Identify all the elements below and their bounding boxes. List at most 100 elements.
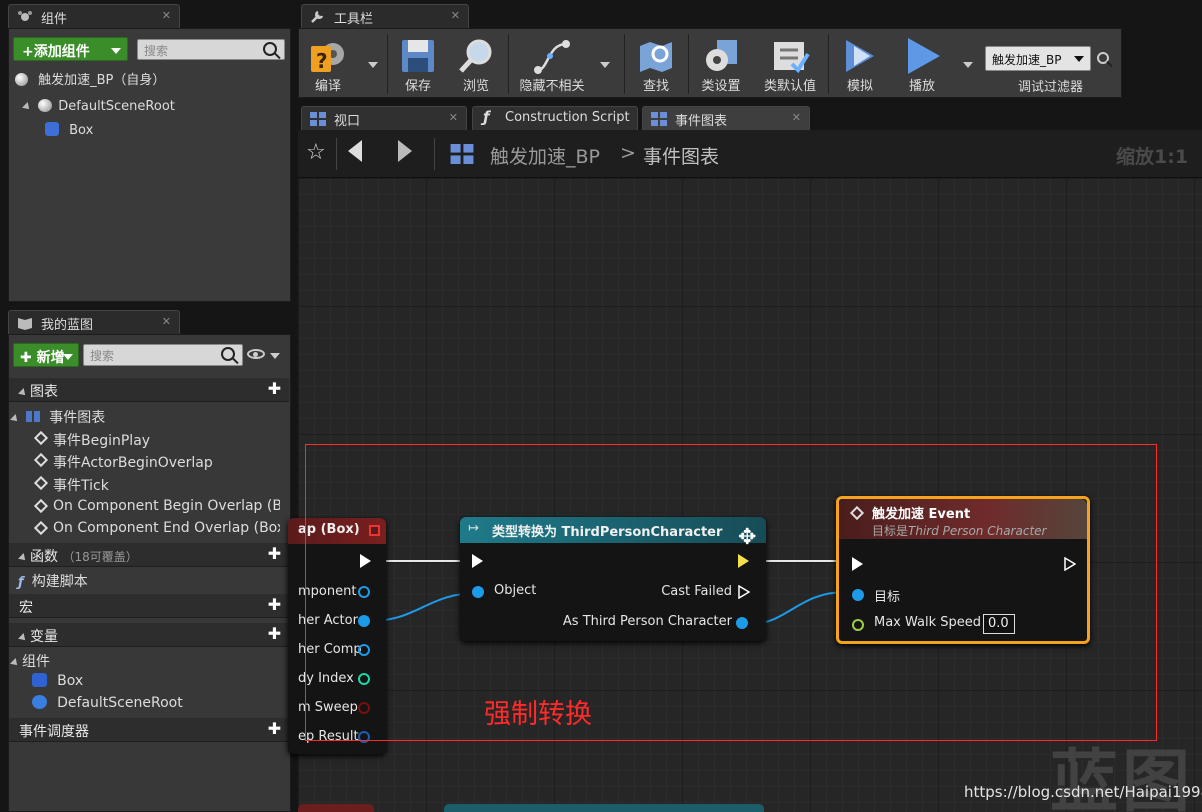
variables-section[interactable]: 变量 ✚ bbox=[9, 623, 289, 647]
expand-arrow-icon bbox=[18, 553, 28, 563]
breadcrumb: ☆ 触发加速_BP > 事件图表 缩放1:1 bbox=[298, 130, 1202, 178]
toolbar-separator bbox=[624, 34, 625, 94]
add-graph-button[interactable]: ✚ bbox=[266, 381, 283, 398]
graphs-section[interactable]: 图表 ✚ bbox=[9, 378, 289, 402]
construction-script-item[interactable]: ƒ 构建脚本 bbox=[18, 571, 88, 591]
variable-item-defaultsceneroot[interactable]: DefaultSceneRoot bbox=[32, 695, 183, 711]
close-icon[interactable]: ✕ bbox=[451, 9, 460, 22]
search-icon bbox=[263, 42, 277, 56]
tab-event-graph[interactable]: 事件图表 ✕ bbox=[642, 106, 810, 130]
tree-item-box[interactable]: Box bbox=[45, 122, 93, 138]
simulate-button[interactable]: 模拟 bbox=[834, 34, 886, 96]
viewport-icon bbox=[310, 112, 326, 126]
chevron-down-icon bbox=[1074, 56, 1084, 62]
toolbar-tab-label: 工具栏 bbox=[334, 12, 374, 27]
event-graph-icon bbox=[651, 112, 667, 126]
hide-unrelated-chevron-icon[interactable] bbox=[600, 62, 610, 68]
box-icon bbox=[45, 122, 59, 136]
debug-search-icon[interactable] bbox=[1097, 52, 1109, 64]
partial-node-bottom[interactable] bbox=[444, 804, 764, 812]
breadcrumb-blueprint[interactable]: 触发加速_BP bbox=[490, 142, 600, 169]
event-graph-icon bbox=[26, 411, 43, 422]
event-graph-item[interactable]: 事件图表 bbox=[10, 407, 106, 427]
event-dispatchers-section[interactable]: 事件调度器 ✚ bbox=[9, 718, 289, 742]
add-variable-button[interactable]: ✚ bbox=[266, 626, 283, 643]
graph-icon bbox=[450, 144, 474, 164]
tab-viewport[interactable]: 视口 ✕ bbox=[301, 106, 467, 130]
tree-item-defaultsceneroot[interactable]: DefaultSceneRoot bbox=[22, 99, 175, 114]
svg-text:?: ? bbox=[316, 49, 328, 73]
search-icon bbox=[221, 347, 235, 361]
components-panel: +添加组件 搜索 触发加速_BP（自身） DefaultSceneRoot Bo… bbox=[8, 28, 291, 302]
play-options-chevron-icon[interactable] bbox=[963, 62, 973, 68]
scene-root-icon bbox=[38, 99, 53, 112]
event-item[interactable]: 事件ActorBeginOverlap bbox=[33, 452, 213, 472]
browse-button[interactable]: 浏览 bbox=[451, 34, 501, 96]
function-icon: ƒ bbox=[483, 108, 490, 126]
book-icon bbox=[18, 318, 32, 330]
add-function-button[interactable]: ✚ bbox=[266, 546, 283, 563]
compile-button[interactable]: ? 编译 bbox=[302, 34, 354, 96]
chevron-down-icon[interactable] bbox=[270, 353, 280, 359]
annotation-label: 强制转换 bbox=[484, 699, 592, 730]
variable-item-box[interactable]: Box bbox=[32, 673, 83, 689]
find-map-icon bbox=[640, 42, 672, 72]
functions-section[interactable]: 函数 （18可覆盖） ✚ bbox=[9, 543, 289, 567]
expand-arrow-icon bbox=[18, 633, 28, 643]
close-icon[interactable]: ✕ bbox=[792, 111, 801, 124]
event-diamond-icon bbox=[34, 520, 49, 536]
close-icon[interactable]: ✕ bbox=[162, 315, 171, 328]
tab-construction-script[interactable]: ƒ Construction Script bbox=[472, 106, 638, 130]
functions-hint: （18可覆盖） bbox=[62, 550, 138, 564]
event-diamond-icon bbox=[33, 475, 49, 491]
components-group[interactable]: 组件 bbox=[10, 651, 50, 671]
simulate-icon bbox=[846, 40, 874, 72]
toolbar-separator bbox=[688, 34, 689, 94]
search-input[interactable]: 搜索 bbox=[83, 344, 243, 366]
wrench-icon bbox=[311, 10, 324, 23]
add-dispatcher-button[interactable]: ✚ bbox=[266, 721, 283, 738]
breadcrumb-graph: 事件图表 bbox=[643, 146, 720, 168]
box-icon bbox=[32, 673, 47, 687]
debug-object-select[interactable]: 触发加速_BP bbox=[985, 46, 1091, 71]
favorite-star-icon[interactable]: ☆ bbox=[306, 140, 326, 165]
new-button[interactable]: ✚ 新增 bbox=[13, 343, 79, 367]
expand-arrow-icon bbox=[22, 102, 32, 112]
add-macro-button[interactable]: ✚ bbox=[266, 597, 283, 614]
search-input[interactable]: 搜索 bbox=[137, 39, 285, 60]
event-graph-label: 事件图表 bbox=[49, 410, 106, 426]
close-icon[interactable]: ✕ bbox=[449, 111, 458, 124]
toolbar-separator bbox=[508, 34, 509, 94]
play-button[interactable]: 播放 bbox=[895, 34, 949, 96]
components-icon bbox=[18, 11, 32, 21]
class-settings-button[interactable]: 类设置 bbox=[693, 34, 749, 96]
event-diamond-icon bbox=[33, 430, 49, 446]
close-icon[interactable]: ✕ bbox=[162, 9, 171, 22]
function-icon: ƒ bbox=[18, 575, 24, 590]
add-component-button[interactable]: +添加组件 bbox=[13, 37, 128, 61]
event-item[interactable]: On Component End Overlap (Box) bbox=[34, 520, 280, 536]
compile-options-chevron-icon[interactable] bbox=[368, 62, 378, 68]
forward-arrow-icon[interactable] bbox=[398, 140, 412, 162]
partial-node-bottom[interactable] bbox=[298, 804, 374, 812]
hide-unrelated-button[interactable]: 隐藏不相关 bbox=[512, 34, 592, 96]
toolbar-separator bbox=[387, 34, 388, 94]
self-row[interactable]: 触发加速_BP（自身） bbox=[15, 69, 165, 88]
back-arrow-icon[interactable] bbox=[348, 140, 362, 162]
event-item[interactable]: 事件BeginPlay bbox=[33, 430, 150, 450]
self-label: 触发加速_BP（自身） bbox=[38, 73, 166, 88]
event-item[interactable]: 事件Tick bbox=[33, 475, 109, 495]
find-button[interactable]: 查找 bbox=[630, 34, 682, 96]
event-diamond-icon bbox=[34, 498, 49, 514]
plus-icon: ✚ bbox=[20, 350, 32, 366]
my-blueprint-tab[interactable]: 我的蓝图 ✕ bbox=[8, 310, 180, 334]
eye-icon[interactable] bbox=[247, 349, 265, 359]
event-graph-canvas[interactable]: ap (Box) mponent her Actor her Comp dy I… bbox=[288, 178, 1202, 812]
toolbar-tab[interactable]: 工具栏 ✕ bbox=[301, 4, 469, 28]
save-button[interactable]: 保存 bbox=[393, 34, 443, 96]
components-tab[interactable]: 组件 ✕ bbox=[8, 4, 180, 28]
class-defaults-button[interactable]: 类默认值 bbox=[758, 34, 822, 96]
breadcrumb-separator: > bbox=[620, 142, 636, 164]
macros-section[interactable]: 宏 ✚ bbox=[9, 594, 289, 618]
event-item[interactable]: On Component Begin Overlap (Box) bbox=[34, 498, 280, 514]
